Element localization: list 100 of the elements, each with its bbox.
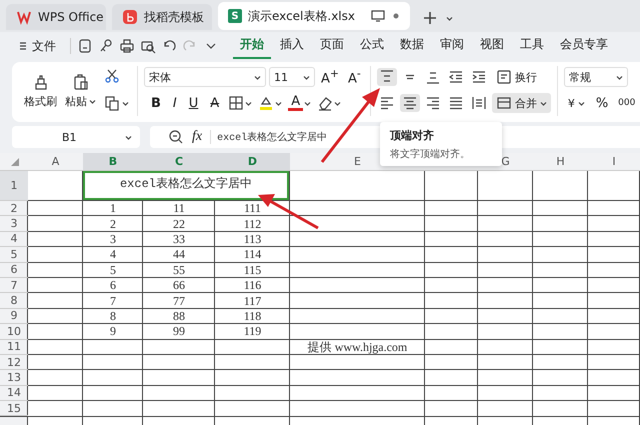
- caret-icon[interactable]: [122, 100, 129, 106]
- table-cell-text: 5: [109, 262, 117, 278]
- ribbon-tab[interactable]: 插入: [273, 33, 311, 59]
- ribbon-tab[interactable]: 数据: [393, 33, 431, 59]
- table-cell-text: 88: [172, 308, 186, 324]
- row-header[interactable]: 14: [0, 386, 28, 402]
- table-cell-text: 111: [242, 201, 262, 216]
- row-header[interactable]: 3: [0, 216, 28, 232]
- bold-button[interactable]: B: [148, 96, 164, 110]
- merged-cell[interactable]: excel表格怎么文字居中: [83, 171, 289, 200]
- caret-icon[interactable]: [245, 100, 252, 106]
- caret-icon[interactable]: [125, 134, 132, 140]
- column-header[interactable]: A: [28, 153, 83, 170]
- caret-icon[interactable]: [446, 14, 453, 22]
- table-cell-text: 112: [242, 216, 262, 232]
- table-cell-text: 114: [242, 247, 262, 263]
- column-header[interactable]: I: [588, 153, 640, 170]
- number-format-select[interactable]: 常规: [564, 67, 628, 87]
- file-menu[interactable]: 文件: [14, 36, 60, 56]
- table-cell-text: 55: [172, 262, 186, 278]
- spreadsheet-logo: S: [228, 9, 242, 23]
- row-header[interactable]: 8: [0, 293, 28, 309]
- table-cell-text: 33: [172, 232, 186, 248]
- decrease-indent-icon: [448, 69, 464, 85]
- caret-icon[interactable]: [275, 100, 282, 106]
- font-color-button[interactable]: A: [288, 95, 304, 111]
- row-header[interactable]: 10: [0, 324, 28, 340]
- font-name-select[interactable]: 宋体: [144, 67, 266, 87]
- row-header[interactable]: 12: [0, 354, 28, 370]
- row-header[interactable]: 11: [0, 340, 28, 355]
- tooltip-text: 将文字顶端对齐。: [390, 148, 471, 161]
- document-tab[interactable]: WPS Office: [6, 4, 106, 30]
- caret-icon[interactable]: [334, 100, 342, 106]
- table-cell-text: 8: [109, 308, 117, 324]
- column-header[interactable]: C: [143, 153, 215, 170]
- row-header[interactable]: 1: [0, 171, 28, 201]
- ribbon-tab[interactable]: 公式: [353, 33, 391, 59]
- fill-color-icon[interactable]: [258, 95, 274, 111]
- caret-icon[interactable]: [578, 100, 585, 106]
- increase-font-size-button[interactable]: A$^{+}$: [318, 67, 342, 87]
- ribbon-tab[interactable]: 开始: [233, 33, 271, 59]
- table-cell-text: 2: [109, 216, 117, 232]
- table-cell-text: 1: [109, 201, 117, 216]
- top-button[interactable]: [376, 68, 397, 86]
- formula-field[interactable]: excel表格怎么文字居中: [210, 130, 328, 144]
- row-header[interactable]: 13: [0, 370, 28, 386]
- percent-button[interactable]: %: [592, 96, 612, 110]
- row-header[interactable]: 6: [0, 262, 28, 278]
- eraser-icon[interactable]: [317, 95, 334, 111]
- copy-icon[interactable]: [104, 95, 120, 111]
- italic-button[interactable]: I: [170, 96, 180, 110]
- ribbon-tab[interactable]: 页面: [313, 33, 351, 59]
- ribbon-tab[interactable]: 工具: [513, 33, 551, 59]
- row-header[interactable]: 7: [0, 278, 28, 294]
- ribbon-tab[interactable]: 视图: [473, 33, 511, 59]
- row-header[interactable]: 4: [0, 232, 28, 248]
- decrease-font-size-button[interactable]: A$^{-}$: [344, 67, 364, 87]
- dot-icon: [392, 12, 400, 20]
- underline-button[interactable]: U: [186, 96, 202, 110]
- table-cell-text: 66: [172, 278, 186, 294]
- caret-icon[interactable]: [540, 100, 547, 106]
- column-header[interactable]: H: [533, 153, 588, 170]
- strike-button[interactable]: A: [207, 96, 222, 110]
- zoom-icon[interactable]: [168, 129, 184, 145]
- ribbon-tab[interactable]: 会员专享: [553, 33, 615, 59]
- caret-icon[interactable]: [303, 74, 310, 80]
- currency-button[interactable]: ¥: [564, 94, 589, 112]
- row-header[interactable]: 15: [0, 401, 28, 416]
- column-header[interactable]: B: [83, 153, 143, 170]
- key-icon[interactable]: [98, 38, 114, 54]
- save-icon[interactable]: [77, 38, 93, 54]
- new-tab-icon[interactable]: [422, 10, 438, 26]
- name-box[interactable]: B1: [12, 126, 140, 148]
- document-tab[interactable]: 找稻壳模板: [112, 4, 212, 30]
- row-header[interactable]: 2: [0, 201, 28, 216]
- borders-icon[interactable]: [228, 95, 244, 111]
- wrap-text-button[interactable]: 换行: [492, 67, 541, 87]
- merge-button[interactable]: 合并: [492, 93, 551, 113]
- brush-icon: [32, 74, 48, 90]
- caret-icon[interactable]: [616, 74, 623, 80]
- logo-icon: [16, 9, 32, 25]
- ribbon-tab[interactable]: 审阅: [433, 33, 471, 59]
- font-size-select[interactable]: 11: [269, 67, 315, 87]
- function-button[interactable]: fx: [192, 129, 202, 145]
- document-tab[interactable]: S 演示excel表格.xlsx: [218, 2, 410, 30]
- row-header[interactable]: 5: [0, 247, 28, 263]
- center-button[interactable]: [400, 94, 420, 112]
- format-painter-button[interactable]: 格式刷: [24, 74, 57, 108]
- caret-icon[interactable]: [254, 74, 261, 80]
- table-cell-text: 提供 www.hjga.com: [306, 340, 408, 355]
- row-header[interactable]: 9: [0, 308, 28, 324]
- caret-icon[interactable]: [89, 98, 96, 104]
- monitor-icon[interactable]: [370, 8, 386, 24]
- paste-button[interactable]: 粘贴: [65, 74, 96, 108]
- tooltip-title: 顶端对齐: [390, 128, 435, 143]
- caret-icon[interactable]: [304, 100, 312, 106]
- column-header[interactable]: D: [215, 153, 290, 170]
- thousands-button[interactable]: 000: [615, 98, 638, 108]
- scissors-icon[interactable]: [104, 68, 120, 84]
- print-icon[interactable]: [119, 38, 135, 54]
